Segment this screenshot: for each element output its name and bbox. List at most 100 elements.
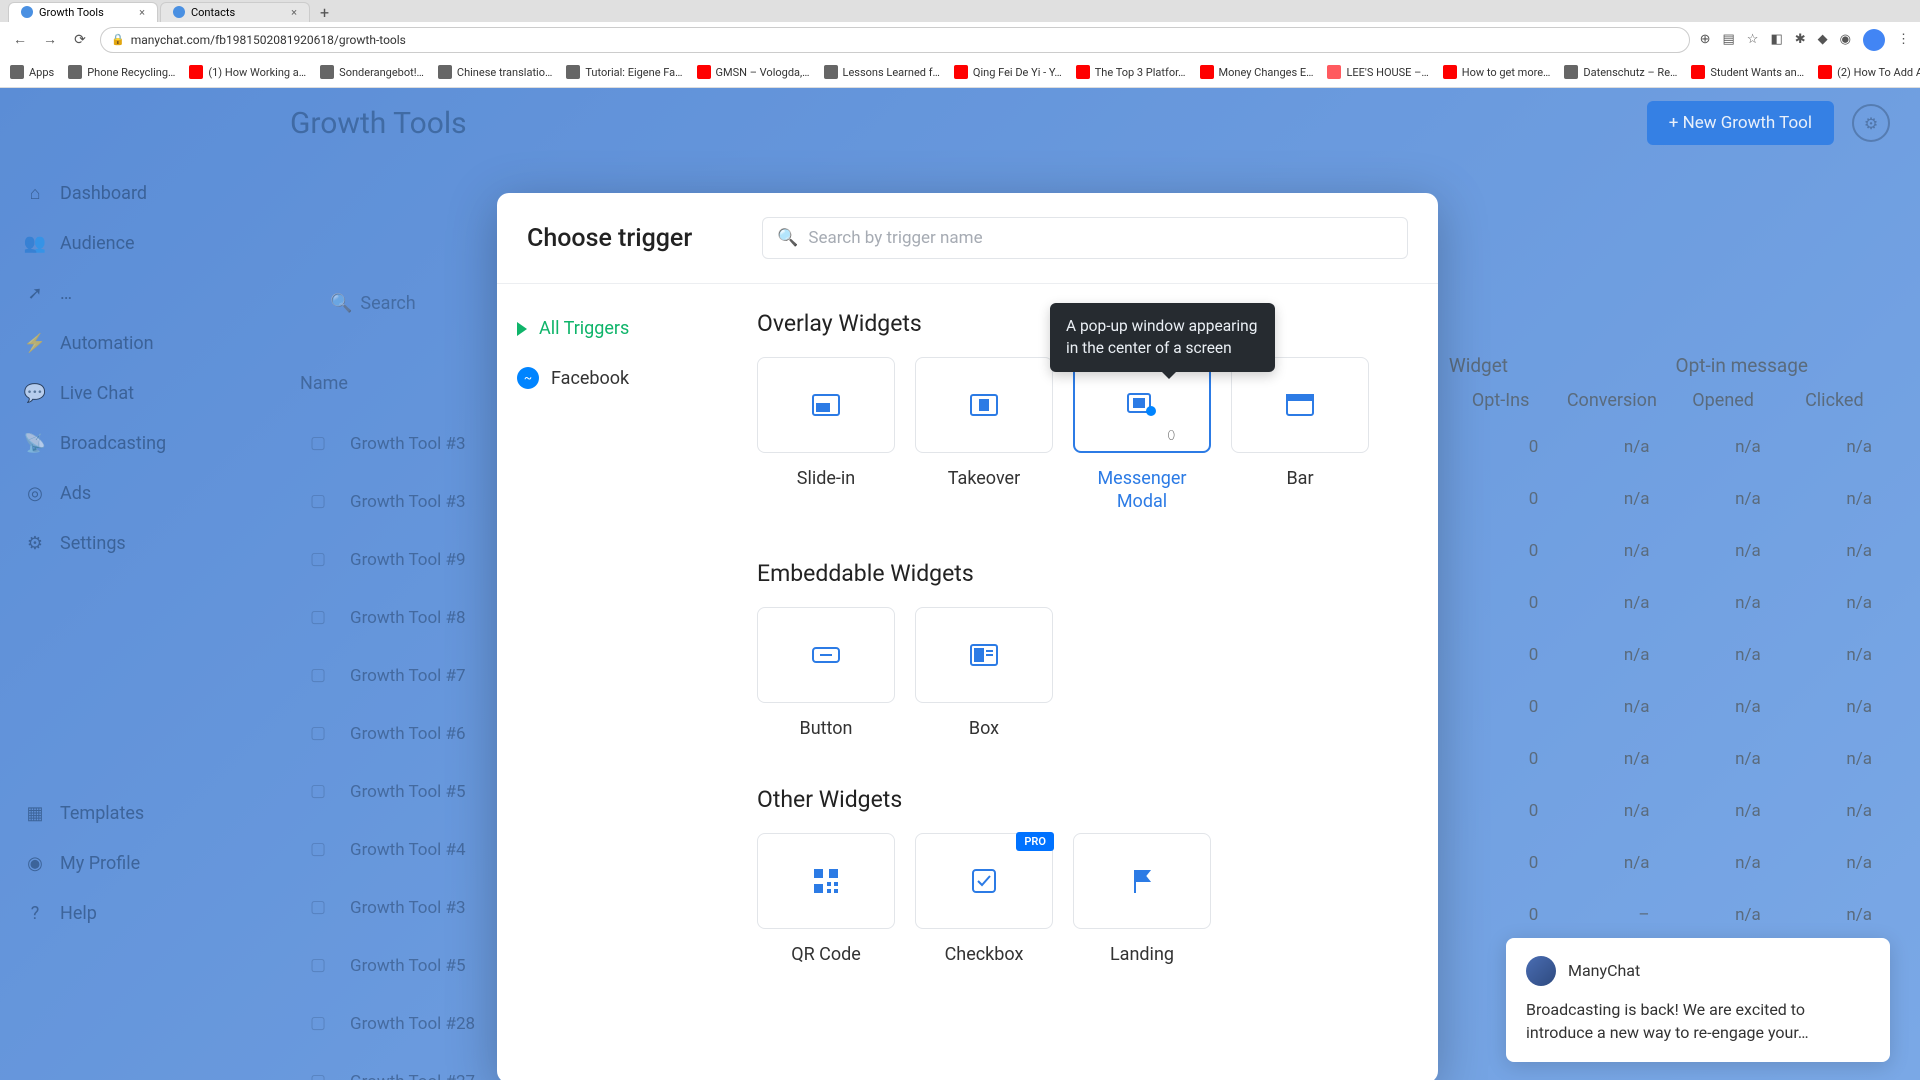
new-tab-button[interactable]: + — [312, 3, 337, 22]
cell-conv: n/a — [1556, 593, 1667, 613]
cell-clicked: n/a — [1779, 853, 1890, 873]
notification-toast[interactable]: ManyChat Broadcasting is back! We are ex… — [1506, 938, 1890, 1062]
widget-box: PRO — [915, 833, 1053, 929]
settings-gear-icon[interactable]: ⚙ — [1852, 104, 1890, 142]
table-row[interactable]: ▢Growth Tool #9 — [310, 549, 466, 571]
apps-button[interactable]: Apps — [10, 65, 54, 79]
cell-optins: 0 — [1445, 697, 1556, 717]
bookmark-item[interactable]: LEE'S HOUSE –… — [1327, 65, 1428, 79]
sidebar-item-automation[interactable]: ⚡Automation — [0, 318, 230, 368]
table-row[interactable]: ▢Growth Tool #7 — [310, 665, 466, 687]
choose-trigger-modal: Choose trigger 🔍 Search by trigger name … — [497, 193, 1438, 1080]
reload-button[interactable]: ⟳ — [70, 30, 90, 50]
sidebar-item-dashboard[interactable]: ⌂Dashboard — [0, 168, 230, 218]
sidebar-item-help[interactable]: ?Help — [0, 888, 230, 938]
sidebar-item-audience[interactable]: 👥Audience — [0, 218, 230, 268]
sidebar-item-settings[interactable]: ⚙Settings — [0, 518, 230, 568]
browser-tab[interactable]: Contacts × — [160, 2, 310, 22]
extension-icon[interactable]: ◧ — [1770, 32, 1782, 47]
sidebar-item-ads[interactable]: ◎Ads — [0, 468, 230, 518]
col-optins: Opt-Ins — [1445, 390, 1556, 411]
cell-clicked: n/a — [1779, 437, 1890, 457]
table-row[interactable]: ▢Growth Tool #5 — [310, 781, 466, 803]
widget-box-embed[interactable]: Box — [915, 607, 1053, 740]
favicon-icon — [954, 65, 968, 79]
cell-clicked: n/a — [1779, 697, 1890, 717]
cell-optins: 0 — [1445, 541, 1556, 561]
url-input[interactable]: 🔒 manychat.com/fb1981502081920618/growth… — [100, 27, 1690, 53]
ads-icon: ◎ — [24, 482, 46, 504]
widget-slide-in[interactable]: Slide-in — [757, 357, 895, 514]
table-row[interactable]: ▢Growth Tool #3 — [310, 433, 466, 455]
extension-icon[interactable]: ◉ — [1840, 32, 1851, 47]
stats-columns: Opt-Ins Conversion Opened Clicked 0n/an/… — [1445, 390, 1890, 941]
menu-icon[interactable]: ⋮ — [1897, 32, 1910, 47]
bookmark-item[interactable]: Datenschutz – Re… — [1564, 65, 1677, 79]
sidebar-item-profile[interactable]: ◉My Profile — [0, 838, 230, 888]
cell-clicked: n/a — [1779, 905, 1890, 925]
bookmark-item[interactable]: How to get more… — [1443, 65, 1551, 79]
widget-bar[interactable]: Bar — [1231, 357, 1369, 514]
new-growth-tool-button[interactable]: + New Growth Tool — [1647, 101, 1834, 145]
widget-button[interactable]: Button — [757, 607, 895, 740]
table-row[interactable]: ▢Growth Tool #27 — [310, 1071, 475, 1080]
table-row[interactable]: ▢Growth Tool #4 — [310, 839, 466, 861]
filter-facebook[interactable]: ~ Facebook — [517, 353, 707, 403]
bookmark-item[interactable]: (1) How Working a… — [189, 65, 306, 79]
widget-messenger-modal[interactable]: ⬯ Messenger Modal — [1073, 357, 1211, 514]
table-row[interactable]: ▢Growth Tool #5 — [310, 955, 466, 977]
profile-icon: ◉ — [24, 852, 46, 874]
table-row[interactable]: ▢Growth Tool #6 — [310, 723, 466, 745]
filter-all-triggers[interactable]: All Triggers — [517, 304, 707, 353]
bookmark-item[interactable]: Sonderangebot!… — [320, 65, 424, 79]
table-row[interactable]: ▢Growth Tool #3 — [310, 491, 466, 513]
section-embeddable-title: Embeddable Widgets — [757, 560, 1408, 587]
bookmark-item[interactable]: Phone Recycling… — [68, 65, 175, 79]
translate-icon[interactable]: ▤ — [1723, 32, 1735, 47]
bookmark-item[interactable]: Lessons Learned f… — [824, 65, 940, 79]
tool-name: Growth Tool #28 — [350, 1014, 475, 1034]
other-widgets-grid: QR Code PRO Checkbox Landing — [757, 833, 1408, 966]
cell-clicked: n/a — [1779, 489, 1890, 509]
bookmark-item[interactable]: Tutorial: Eigene Fa… — [566, 65, 682, 79]
tool-icon: ▢ — [310, 1013, 332, 1035]
search-placeholder[interactable]: 🔍Search — [330, 293, 416, 314]
sidebar-item-livechat[interactable]: 💬Live Chat — [0, 368, 230, 418]
cell-opened: n/a — [1668, 905, 1779, 925]
extension-icon[interactable]: ◆ — [1818, 32, 1828, 47]
back-button[interactable]: ← — [10, 30, 30, 50]
tab-title: Contacts — [191, 6, 235, 19]
profile-avatar[interactable] — [1863, 29, 1885, 51]
trigger-search-input[interactable]: 🔍 Search by trigger name — [762, 217, 1408, 259]
close-icon[interactable]: × — [139, 6, 145, 19]
bookmark-item[interactable]: Chinese translatio… — [438, 65, 552, 79]
sidebar-item-templates[interactable]: ▦Templates — [0, 788, 230, 838]
sidebar-item[interactable]: ➚… — [0, 268, 230, 318]
bookmark-item[interactable]: The Top 3 Platfor… — [1076, 65, 1186, 79]
tool-name: Growth Tool #8 — [350, 608, 466, 628]
widget-checkbox[interactable]: PRO Checkbox — [915, 833, 1053, 966]
widget-takeover[interactable]: Takeover — [915, 357, 1053, 514]
bookmark-item[interactable]: Money Changes E… — [1200, 65, 1314, 79]
widget-qrcode[interactable]: QR Code — [757, 833, 895, 966]
favicon-icon — [438, 65, 452, 79]
forward-button[interactable]: → — [40, 30, 60, 50]
tool-name: Growth Tool #3 — [350, 898, 466, 918]
cell-optins: 0 — [1445, 905, 1556, 925]
browser-tab[interactable]: Growth Tools × — [8, 2, 158, 22]
zoom-icon[interactable]: ⊕ — [1700, 32, 1711, 47]
bookmark-item[interactable]: GMSN – Vologda,… — [697, 65, 810, 79]
toast-sender: ManyChat — [1568, 961, 1640, 980]
bookmark-item[interactable]: Qing Fei De Yi - Y… — [954, 65, 1062, 79]
close-icon[interactable]: × — [291, 6, 297, 19]
table-row[interactable]: ▢Growth Tool #3 — [310, 897, 466, 919]
table-row[interactable]: ▢ Growth Tool #28 — [310, 1013, 475, 1035]
bookmark-item[interactable]: (2) How To Add A… — [1818, 65, 1920, 79]
table-row[interactable]: ▢Growth Tool #8 — [310, 607, 466, 629]
widget-landing[interactable]: Landing — [1073, 833, 1211, 966]
extension-icon[interactable]: ✱ — [1795, 32, 1806, 47]
bookmark-item[interactable]: Student Wants an… — [1691, 65, 1804, 79]
sidebar-item-broadcasting[interactable]: 📡Broadcasting — [0, 418, 230, 468]
star-icon[interactable]: ☆ — [1747, 32, 1759, 47]
cell-opened: n/a — [1668, 749, 1779, 769]
